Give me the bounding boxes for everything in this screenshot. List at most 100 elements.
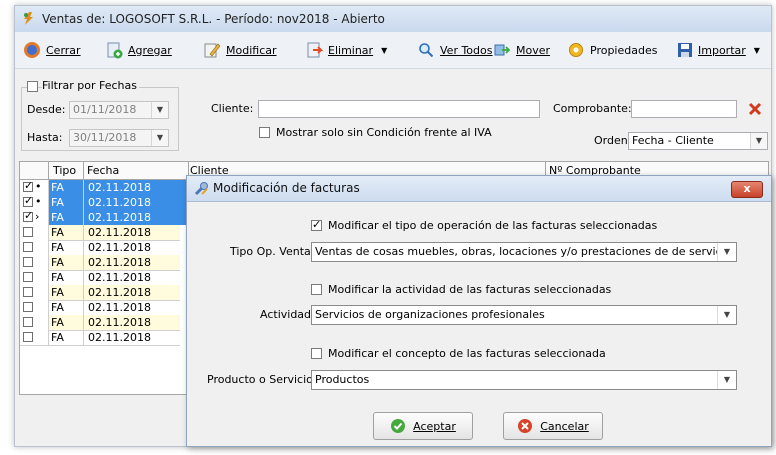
row-checkbox[interactable] xyxy=(23,317,33,327)
row-fecha-cell: 02.11.2018 xyxy=(84,180,180,195)
mod-concepto-checkbox[interactable] xyxy=(311,348,322,359)
table-row[interactable]: FA 02.11.2018 xyxy=(20,225,180,241)
aceptar-label: Aceptar xyxy=(413,419,456,433)
table-row[interactable]: FA 02.11.2018 xyxy=(20,315,180,331)
table-row[interactable]: › FA 02.11.2018 xyxy=(20,209,180,226)
table-row[interactable]: • FA 02.11.2018 xyxy=(20,179,180,196)
orden-value: Fecha - Cliente xyxy=(632,134,714,147)
mod-concepto-label: Modificar el concepto de las facturas se… xyxy=(328,347,606,360)
mod-tipo-checkbox[interactable] xyxy=(311,218,322,231)
row-checkbox[interactable] xyxy=(23,332,33,342)
tools-icon xyxy=(194,182,208,196)
filter-panel: Filtrar por Fechas Desde: 01/11/2018 ▼ H… xyxy=(15,69,771,154)
row-check-cell[interactable]: • xyxy=(20,194,49,210)
row-checkbox[interactable] xyxy=(23,209,33,222)
mod-actividad-checkbox[interactable] xyxy=(311,284,322,295)
row-check-cell[interactable] xyxy=(20,270,49,285)
row-marker: • xyxy=(35,180,42,193)
title-bar: Ventas de: LOGOSOFT S.R.L. - Período: no… xyxy=(15,6,771,33)
chevron-down-icon[interactable]: ▼ xyxy=(754,46,760,55)
row-marker: • xyxy=(35,195,42,208)
table-row[interactable]: FA 02.11.2018 xyxy=(20,300,180,316)
actividad-value: Servicios de organizaciones profesionale… xyxy=(315,308,545,321)
delete-document-icon xyxy=(307,42,323,58)
row-fecha: 02.11.2018 xyxy=(88,241,151,254)
close-circle-icon xyxy=(24,42,40,58)
mostrar-sin-condicion-checkbox[interactable] xyxy=(259,127,270,138)
row-fecha-cell: 02.11.2018 xyxy=(84,315,180,330)
row-checkbox[interactable] xyxy=(23,302,33,312)
row-checkbox[interactable] xyxy=(23,272,33,282)
table-row[interactable]: FA 02.11.2018 xyxy=(20,330,180,346)
table-row[interactable]: FA 02.11.2018 xyxy=(20,240,180,256)
row-check-cell[interactable]: • xyxy=(20,179,49,195)
dialog-close-button[interactable]: x xyxy=(731,181,763,198)
importar-button[interactable]: Importar ▼ xyxy=(677,40,760,60)
row-checkbox[interactable] xyxy=(23,242,33,252)
row-fecha-cell: 02.11.2018 xyxy=(84,225,180,240)
row-checkbox[interactable] xyxy=(23,179,33,192)
comprobante-input[interactable] xyxy=(631,100,737,118)
table-row[interactable]: FA 02.11.2018 xyxy=(20,255,180,271)
tipo-op-value: Ventas de cosas muebles, obras, locacion… xyxy=(315,245,737,258)
row-fecha-cell: 02.11.2018 xyxy=(84,300,180,315)
row-tipo-cell: FA xyxy=(49,225,84,240)
row-tipo-cell: FA xyxy=(49,180,84,195)
filtrar-fechas-checkbox[interactable] xyxy=(27,81,38,92)
tipo-op-select[interactable]: Ventas de cosas muebles, obras, locacion… xyxy=(311,242,737,262)
chevron-down-icon[interactable]: ▼ xyxy=(151,130,168,146)
ver-todos-button[interactable]: Ver Todos xyxy=(417,40,492,60)
chevron-down-icon[interactable]: ▼ xyxy=(151,102,168,118)
hasta-date-input[interactable]: 30/11/2018 ▼ xyxy=(69,129,169,147)
row-check-cell[interactable]: › xyxy=(20,209,49,225)
row-checkbox[interactable] xyxy=(23,287,33,297)
row-check-cell[interactable] xyxy=(20,315,49,330)
row-check-cell[interactable] xyxy=(20,255,49,270)
dialog-title-bar: Modificación de facturas x xyxy=(187,176,771,202)
col-header-tipo[interactable]: Tipo xyxy=(53,164,76,177)
toolbar: Cerrar Agregar Modificar Eliminar ▼ Ver … xyxy=(15,32,771,69)
chevron-down-icon[interactable]: ▼ xyxy=(750,133,767,149)
agregar-button[interactable]: Agregar xyxy=(105,40,172,60)
cliente-input[interactable] xyxy=(258,100,540,118)
orden-select[interactable]: Fecha - Cliente ▼ xyxy=(628,132,768,150)
desde-date-input[interactable]: 01/11/2018 ▼ xyxy=(69,101,169,119)
row-fecha: 02.11.2018 xyxy=(88,256,151,269)
row-checkbox[interactable] xyxy=(23,227,33,237)
clear-x-icon[interactable] xyxy=(748,102,762,116)
row-tipo-cell: FA xyxy=(49,240,84,255)
mostrar-sin-condicion-label: Mostrar solo sin Condición frente al IVA xyxy=(276,126,492,139)
row-fecha-cell: 02.11.2018 xyxy=(84,285,180,300)
cerrar-button[interactable]: Cerrar xyxy=(23,40,81,60)
producto-value: Productos xyxy=(315,373,370,386)
table-row[interactable]: • FA 02.11.2018 xyxy=(20,194,180,211)
cancelar-button[interactable]: Cancelar xyxy=(503,412,603,440)
row-checkbox[interactable] xyxy=(23,257,33,267)
eliminar-button[interactable]: Eliminar ▼ xyxy=(305,40,387,60)
mover-button[interactable]: Mover xyxy=(493,40,550,60)
chevron-down-icon[interactable]: ▼ xyxy=(717,306,736,324)
hasta-label: Hasta: xyxy=(27,131,63,144)
table-row[interactable]: FA 02.11.2018 xyxy=(20,270,180,286)
chevron-down-icon[interactable]: ▼ xyxy=(381,46,387,55)
row-tipo-cell: FA xyxy=(49,285,84,300)
col-header-fecha[interactable]: Fecha xyxy=(87,164,119,177)
chevron-down-icon[interactable]: ▼ xyxy=(717,243,736,261)
propiedades-button[interactable]: Propiedades xyxy=(567,40,657,60)
row-fecha: 02.11.2018 xyxy=(88,286,151,299)
row-check-cell[interactable] xyxy=(20,285,49,300)
row-tipo: FA xyxy=(51,226,64,239)
comprobante-label: Comprobante: xyxy=(553,102,632,115)
row-check-cell[interactable] xyxy=(20,225,49,240)
row-check-cell[interactable] xyxy=(20,240,49,255)
modificar-button[interactable]: Modificar xyxy=(203,40,277,60)
row-checkbox[interactable] xyxy=(23,194,33,207)
actividad-select[interactable]: Servicios de organizaciones profesionale… xyxy=(311,305,737,325)
producto-select[interactable]: Productos ▼ xyxy=(311,370,737,390)
row-check-cell[interactable] xyxy=(20,330,49,345)
aceptar-button[interactable]: Aceptar xyxy=(373,412,473,440)
row-fecha: 02.11.2018 xyxy=(88,181,151,194)
table-row[interactable]: FA 02.11.2018 xyxy=(20,285,180,301)
row-check-cell[interactable] xyxy=(20,300,49,315)
chevron-down-icon[interactable]: ▼ xyxy=(717,371,736,389)
